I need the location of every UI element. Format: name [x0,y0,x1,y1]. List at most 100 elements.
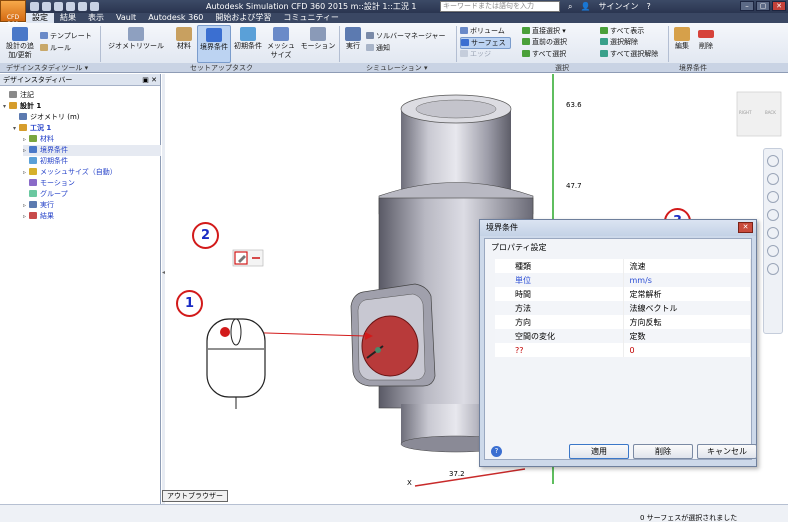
help-icon[interactable]: ? [646,2,650,11]
tree-item[interactable]: ▹ 実行 [23,200,54,211]
x-axis-label: X [407,479,412,487]
design-study-group-label[interactable]: デザインスタディツール ▾ [6,63,88,73]
tree-item[interactable]: ▹ 結果 [23,211,54,222]
steering-wheel-icon[interactable] [767,155,779,167]
run-button[interactable]: 実行 [342,27,364,51]
tree-item[interactable]: ▾ 設計 1 [3,101,41,112]
mesh-size-button[interactable]: メッシュサイズ [266,27,296,60]
tab-results[interactable]: 結果 [54,13,82,23]
show-all-icon [600,27,608,34]
initial-conditions-button[interactable]: 初期条件 [232,27,264,51]
boundary-group-label: 境界条件 [679,64,707,72]
rules-button[interactable]: ルール [40,43,71,53]
apply-button[interactable]: 適用 [569,444,629,459]
notify-button[interactable]: 通知 [366,43,390,53]
materials-button[interactable]: 材料 [170,27,198,51]
search-input[interactable]: キーワードまたは語句を入力 [440,1,560,12]
user-icon[interactable]: 👤 [580,2,590,11]
viewcube-back-label[interactable]: BACK [765,110,776,115]
new-icon[interactable] [30,2,39,11]
setup-group-label: セットアップタスク [190,64,253,72]
property-row[interactable]: 時間 定常解析 [495,287,751,301]
property-row[interactable]: 方向 方向反転 [495,315,751,329]
property-row[interactable]: ?? 0 [495,343,751,357]
tab-vault[interactable]: Vault [110,13,142,23]
property-value[interactable]: 法線ベクトル [623,301,751,315]
property-row[interactable]: 空間の変化 定数 [495,329,751,343]
redo-icon[interactable] [78,2,87,11]
template-button[interactable]: テンプレート [40,31,92,41]
motion-button[interactable]: モーション [298,27,338,51]
delete-condition-button[interactable]: 削除 [633,444,693,459]
tree-item[interactable]: 注記 [3,90,34,100]
inlet-surface-selected[interactable] [361,315,419,377]
tree-item[interactable]: ▹ 材料 [23,134,54,145]
open-icon[interactable] [42,2,51,11]
show-all-button[interactable]: すべて表示 [600,26,644,36]
property-value[interactable]: 流速 [623,259,751,273]
property-value[interactable]: mm/s [623,273,751,287]
property-value[interactable]: 0 [623,343,751,357]
tab-autodesk360[interactable]: Autodesk 360 [142,13,209,23]
property-value[interactable]: 定数 [623,329,751,343]
select-all-button[interactable]: すべて選択 [522,49,566,59]
search-icon[interactable]: ⌕ [568,2,572,12]
pan-icon[interactable] [767,173,779,185]
tab-setup[interactable]: 設定 [26,13,54,23]
application-button[interactable]: CFD 360 [0,0,26,28]
tab-community[interactable]: コミュニティー [277,13,345,23]
tab-getting-started[interactable]: 開始および学習 [209,13,277,23]
look-icon[interactable] [767,227,779,239]
simulation-group-label[interactable]: シミュレーション ▾ [366,63,427,73]
tree-item[interactable]: モーション [23,178,75,188]
property-row[interactable]: 方法 法線ベクトル [495,301,751,315]
tree-item[interactable]: ▹ メッシュサイズ（自動） [23,167,117,178]
cancel-button[interactable]: キャンセル [697,444,757,459]
navbar-settings-icon[interactable] [767,263,779,275]
delete-button[interactable]: 削除 [695,27,717,51]
minimize-button[interactable]: – [740,1,754,11]
zoom-icon[interactable] [767,191,779,203]
properties-section-title: プロパティ設定 [491,243,547,252]
context-delete-button[interactable] [252,257,260,259]
window-title: Autodesk Simulation CFD 360 2015 m::設計 1… [206,2,417,11]
property-value[interactable]: 方向反転 [623,315,751,329]
showmotion-icon[interactable] [767,245,779,257]
close-button[interactable]: ✕ [772,1,786,11]
geometry-tools-button[interactable]: ジオメトリツール [104,27,168,51]
previous-select-button[interactable]: 直前の選択 [522,37,567,47]
property-value[interactable]: 定常解析 [623,287,751,301]
panel-controls[interactable]: ▣ ✕ [142,74,157,86]
surface-select-button[interactable]: サーフェス [460,37,511,49]
add-update-design-button[interactable]: 設計の追加/更新 [3,27,37,60]
tree-item[interactable]: グループ [23,189,68,199]
orbit-icon[interactable] [767,209,779,221]
tab-view[interactable]: 表示 [82,13,110,23]
volume-select-button[interactable]: ボリューム [460,26,505,36]
tree-item[interactable]: 初期条件 [23,156,68,166]
direct-select-button[interactable]: 直接選択 ▾ [522,26,566,36]
undo-icon[interactable] [66,2,75,11]
browser-tab[interactable]: アウトブラウザー [162,490,228,502]
deselect-button[interactable]: 選択解除 [600,37,638,47]
deselect-all-button[interactable]: すべて選択解除 [600,49,658,59]
print-icon[interactable] [90,2,99,11]
tree-item[interactable]: ▾ 工況 1 [13,123,51,134]
tree-item[interactable]: ▹ 境界条件 [23,145,161,156]
dialog-title-bar[interactable]: 境界条件 ✕ [480,220,756,236]
boundary-conditions-button[interactable]: 境界条件 [197,25,231,63]
save-icon[interactable] [54,2,63,11]
maximize-button[interactable]: ▢ [756,1,770,11]
help-icon[interactable]: ? [491,446,502,457]
viewcube-right-label[interactable]: RIGHT [739,110,752,115]
tree-item[interactable]: ジオメトリ (m) [13,112,80,122]
signin-link[interactable]: サインイン [598,1,638,12]
property-row[interactable]: 種類 流速 [495,259,751,273]
edit-button[interactable]: 編集 [671,27,693,51]
property-row[interactable]: 単位 mm/s [495,273,751,287]
property-label: ?? [495,343,624,357]
property-label: 種類 [495,259,624,273]
edge-select-button[interactable]: エッジ [460,49,491,59]
dialog-close-button[interactable]: ✕ [738,222,753,233]
solver-manager-button[interactable]: ソルバーマネージャー [366,31,446,41]
